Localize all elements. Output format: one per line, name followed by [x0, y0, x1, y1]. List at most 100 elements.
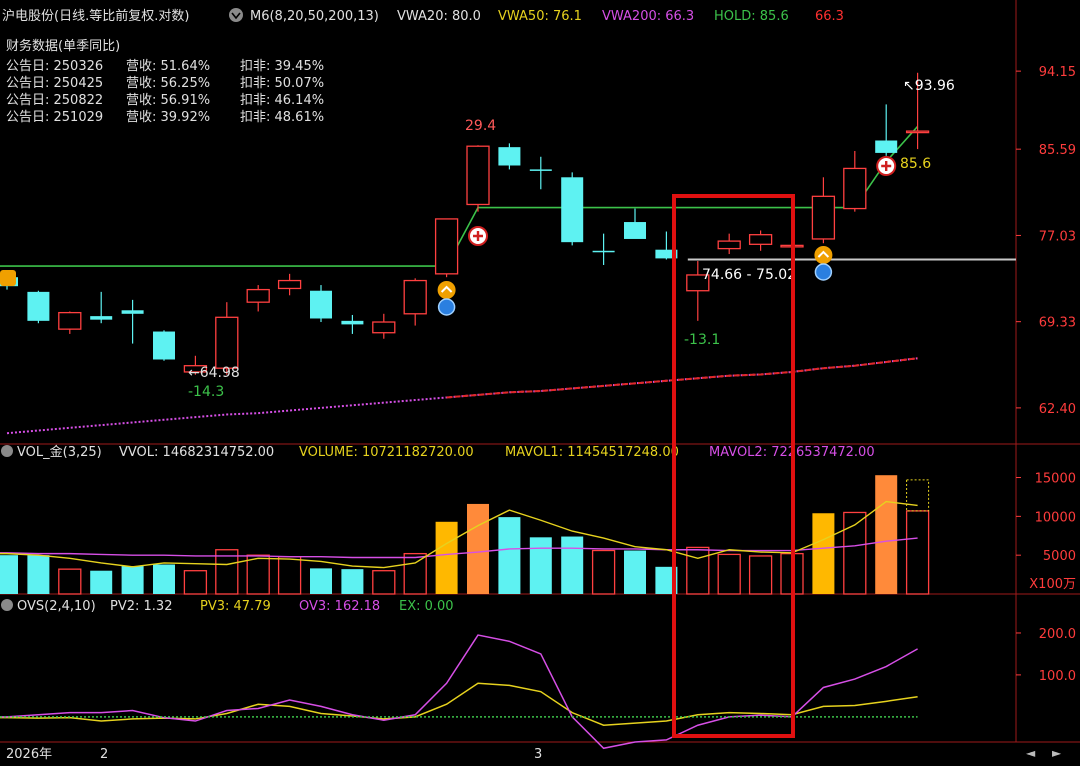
- candle-body[interactable]: [811, 195, 836, 240]
- candle-body[interactable]: [341, 320, 364, 325]
- candle-body[interactable]: [466, 145, 490, 206]
- ovs-panel[interactable]: 200.0 100.0: [0, 627, 1076, 750]
- up-arrow-badge-icon: [814, 246, 833, 264]
- volume-bar[interactable]: [90, 570, 113, 594]
- price-tick-label: 94.15: [1039, 65, 1076, 80]
- candle-body[interactable]: [153, 331, 175, 360]
- candle-body[interactable]: [875, 140, 898, 153]
- vol-tick-label: 5000: [1043, 549, 1076, 564]
- price-tick-label: 77.03: [1039, 229, 1076, 244]
- stock-title[interactable]: 沪电股份(日线.等比前复权.对数): [2, 8, 189, 24]
- candle-body[interactable]: [27, 291, 50, 321]
- volume-bar[interactable]: [403, 552, 427, 595]
- volume-bar[interactable]: [121, 566, 144, 594]
- candle-body[interactable]: [561, 177, 584, 243]
- volume-header: VOL_金(3,25) VVOL: 14682314752.00 VOLUME: …: [1, 444, 875, 460]
- financial-date: 公告日: 251029: [6, 110, 103, 125]
- volume-bar[interactable]: [717, 553, 741, 595]
- financial-revenue: 营收: 56.25%: [126, 76, 210, 91]
- price-annotation: ↖93.96: [903, 78, 955, 94]
- volume-bar[interactable]: [27, 555, 50, 594]
- ovs-header-value: OV3: 162.18: [299, 599, 380, 614]
- candle-body[interactable]: [310, 290, 332, 319]
- price-annotation: -14.3: [188, 384, 224, 400]
- financial-title: 财务数据(单季同比): [6, 38, 120, 54]
- volume-bar[interactable]: [277, 556, 302, 595]
- up-arrow-badge-icon: [437, 281, 456, 299]
- volume-bar[interactable]: [529, 537, 552, 594]
- vol-dropdown-icon[interactable]: [1, 445, 13, 457]
- volume-bar[interactable]: [686, 546, 710, 595]
- mavol1-line: [0, 500, 918, 569]
- volume-bar[interactable]: [341, 569, 364, 594]
- price-tick-label: 69.33: [1039, 316, 1076, 331]
- candle-body[interactable]: [717, 240, 741, 250]
- candle-body[interactable]: [843, 167, 867, 210]
- candle-body[interactable]: [58, 311, 82, 330]
- financial-data-panel: 财务数据(单季同比) 公告日: 250326 营收: 51.64% 扣非: 39.4…: [6, 38, 324, 125]
- indicator-dropdown-icon[interactable]: [229, 8, 243, 22]
- candle-body[interactable]: [246, 288, 270, 303]
- candle-body[interactable]: [90, 316, 113, 320]
- ovs-indicator-name: OVS(2,4,10): [17, 599, 96, 614]
- blue-orb-icon: [814, 263, 833, 281]
- candle-body[interactable]: [498, 147, 521, 166]
- stock-chart[interactable]: 沪电股份(日线.等比前复权.对数) M6(8,20,50,200,13) VWA…: [0, 0, 1080, 766]
- time-axis: 2026年 2 3 ◄ ►: [6, 746, 1062, 762]
- scroll-right-button[interactable]: ►: [1052, 746, 1062, 760]
- header-value: VWA20: 80.0: [397, 9, 481, 24]
- financial-revenue: 营收: 39.92%: [126, 110, 210, 125]
- volume-bar[interactable]: [624, 550, 646, 594]
- candle-body[interactable]: [748, 234, 773, 245]
- volume-bar[interactable]: [246, 554, 270, 595]
- candle-body[interactable]: [372, 321, 396, 334]
- ovs-header-value: PV3: 47.79: [200, 599, 271, 614]
- volume-bar[interactable]: [905, 510, 930, 595]
- ovs-header-value: PV2: 1.32: [110, 599, 172, 614]
- vwa200-line: [6, 357, 918, 435]
- volume-bar[interactable]: [153, 564, 175, 594]
- header-value: 66.3: [815, 9, 844, 24]
- scroll-left-button[interactable]: ◄: [1026, 746, 1036, 760]
- volume-bar[interactable]: [372, 570, 396, 595]
- vol-unit-label: X100万: [1029, 577, 1076, 592]
- volume-bar[interactable]: [467, 503, 489, 594]
- candle-body[interactable]: [905, 130, 930, 134]
- vol-tick-label: 10000: [1035, 510, 1076, 525]
- volume-projection-box: [906, 479, 930, 512]
- financial-date: 公告日: 250425: [6, 76, 103, 91]
- header-bar: 沪电股份(日线.等比前复权.对数) M6(8,20,50,200,13) VWA…: [2, 8, 844, 24]
- financial-date: 公告日: 250326: [6, 59, 103, 74]
- volume-bar[interactable]: [183, 570, 208, 595]
- candle-body[interactable]: [277, 279, 302, 290]
- volume-bar[interactable]: [875, 475, 898, 594]
- volume-bar[interactable]: [498, 517, 521, 594]
- header-value: VWA50: 76.1: [498, 9, 582, 24]
- financial-net-profit: 扣非: 48.61%: [240, 110, 324, 125]
- candle-body[interactable]: [529, 169, 552, 171]
- header-values: VWA20: 80.0 VWA50: 76.1 VWA200: 66.3 HOLD: …: [397, 9, 844, 24]
- volume-bar[interactable]: [812, 513, 835, 594]
- price-annotation: 85.6: [900, 156, 931, 172]
- volume-bar[interactable]: [748, 555, 773, 595]
- price-tick-label: 85.59: [1039, 143, 1076, 158]
- volume-bar[interactable]: [435, 521, 458, 594]
- ovs-ov3-line: [0, 634, 918, 750]
- volume-panel[interactable]: 15000 10000 5000 X100万: [0, 472, 1076, 595]
- candle-body[interactable]: [624, 222, 646, 239]
- candle-body[interactable]: [592, 250, 615, 253]
- ovs-dropdown-icon[interactable]: [1, 599, 13, 611]
- price-annotation: 74.66 - 75.02: [702, 267, 796, 283]
- volume-bar[interactable]: [310, 568, 332, 594]
- volume-bar[interactable]: [561, 536, 584, 594]
- volume-bar[interactable]: [0, 555, 18, 594]
- ovs-tick-label: 100.0: [1039, 669, 1076, 684]
- candle-body[interactable]: [215, 316, 239, 369]
- volume-bar[interactable]: [58, 568, 82, 595]
- ovs-header-value: EX: 0.00: [399, 599, 454, 614]
- price-tick-label: 62.40: [1039, 402, 1076, 417]
- candle-body[interactable]: [434, 218, 459, 275]
- volume-bar[interactable]: [591, 549, 616, 595]
- candle-body[interactable]: [121, 310, 144, 314]
- candle-body[interactable]: [403, 279, 427, 315]
